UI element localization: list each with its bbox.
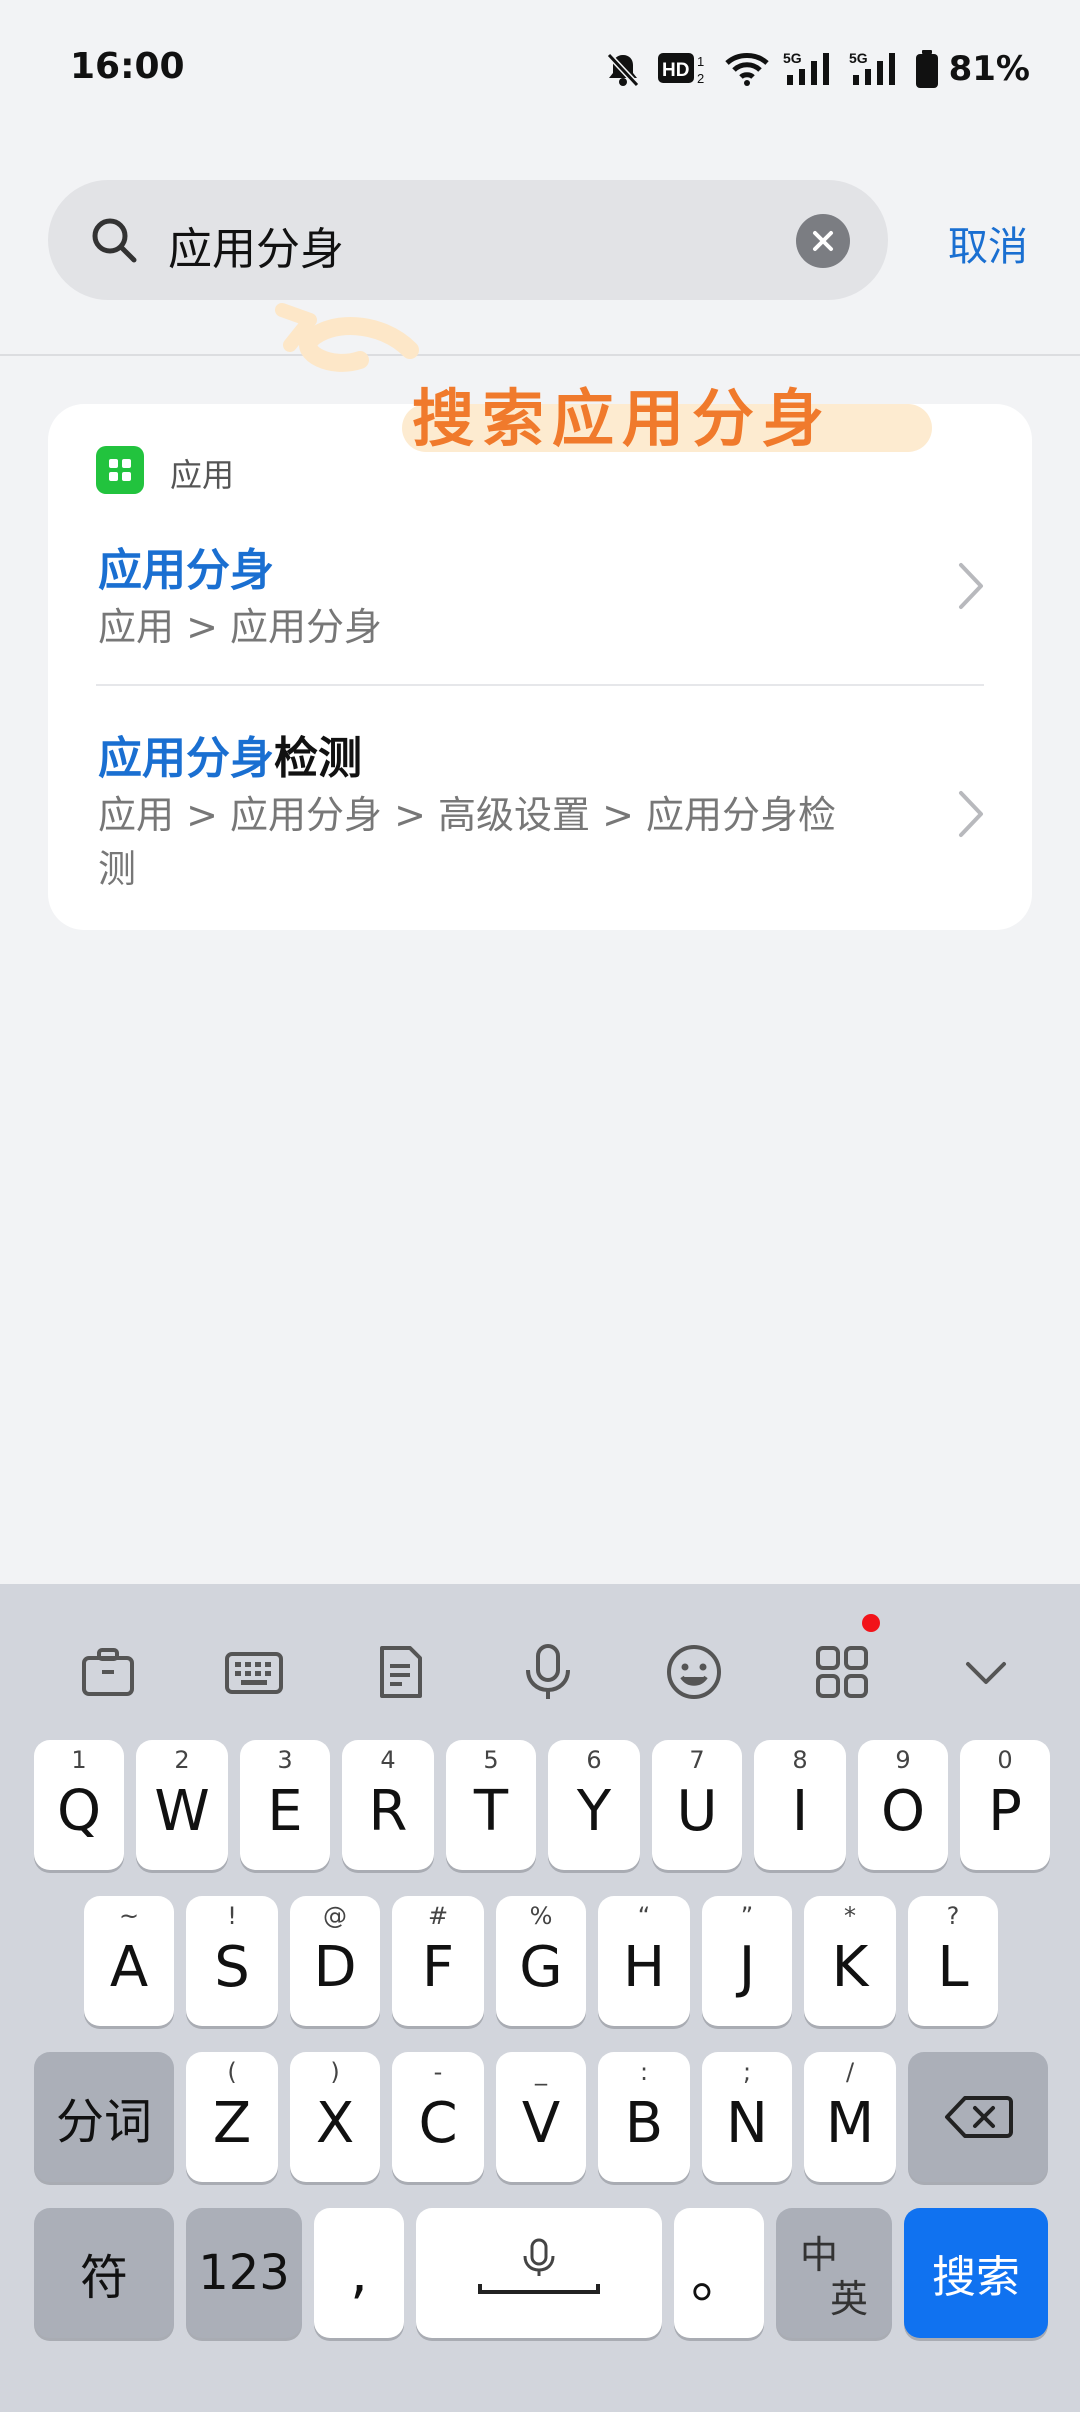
battery-icon <box>915 50 938 88</box>
microphone-icon[interactable] <box>512 1636 584 1708</box>
status-time: 16:00 <box>70 46 185 87</box>
chevron-right-icon <box>959 563 983 609</box>
cancel-button[interactable]: 取消 <box>948 214 1028 272</box>
key-s[interactable]: ! S <box>186 1896 278 2026</box>
key-w[interactable]: 2W <box>136 1740 228 1870</box>
category-label: 应用 <box>170 456 235 494</box>
key-k[interactable]: * K <box>804 1896 896 2026</box>
key-a[interactable]: ~ A <box>84 1896 174 2026</box>
chevron-right-icon <box>959 791 983 837</box>
result-title-highlight: 应用分身 <box>98 733 274 784</box>
annotation-arrow-icon <box>275 303 419 372</box>
result-title-rest: 检测 <box>274 733 362 784</box>
keyboard-icon[interactable] <box>218 1636 290 1708</box>
apps-category-icon <box>96 446 144 494</box>
search-query: 应用分身 <box>168 224 344 275</box>
key-c[interactable]: -C <box>392 2052 484 2182</box>
signal-5g-icon-2: 5G <box>849 50 895 85</box>
signal-5g-icon: 5G <box>783 50 829 85</box>
en-label: 英 <box>830 2277 869 2321</box>
item-divider <box>96 684 984 686</box>
segment-key[interactable]: 分词 <box>34 2052 174 2182</box>
key-d[interactable]: @ D <box>290 1896 380 2026</box>
result-title: 应用分身 <box>98 534 274 598</box>
search-key[interactable]: 搜索 <box>904 2208 1048 2338</box>
key-i[interactable]: 8I <box>754 1740 846 1870</box>
key-g[interactable]: % G <box>496 1896 586 2026</box>
mute-bell-icon <box>606 52 639 88</box>
clear-search-button[interactable] <box>796 214 850 268</box>
annotation-text: 搜索应用分身 <box>412 382 833 455</box>
status-icons: HD 1 2 5G 5G 81% <box>603 44 1030 94</box>
numbers-key[interactable]: 123 <box>186 2208 302 2338</box>
hd-voice-icon: HD 1 2 <box>657 53 704 86</box>
key-e[interactable]: 3E <box>240 1740 330 1870</box>
toolbox-icon[interactable] <box>72 1636 144 1708</box>
symbols-key[interactable]: 符 <box>34 2208 174 2338</box>
key-v[interactable]: _ V <box>496 2052 586 2182</box>
key-j[interactable]: ” J <box>702 1896 792 2026</box>
result-title-highlight: 应用分身 <box>98 545 274 596</box>
key-o[interactable]: 9O <box>858 1740 948 1870</box>
apps-grid-icon[interactable] <box>806 1636 878 1708</box>
svg-text:1: 1 <box>697 54 704 69</box>
svg-text:2: 2 <box>697 71 704 86</box>
result-path: 应用 > 应用分身 <box>98 605 382 649</box>
key-q[interactable]: 1Q <box>34 1740 124 1870</box>
battery-level: 81% <box>948 49 1030 89</box>
key-m[interactable]: / M <box>804 2052 896 2182</box>
clipboard-icon[interactable] <box>364 1636 436 1708</box>
key-t[interactable]: 5T <box>446 1740 536 1870</box>
comma-key[interactable]: , <box>314 2208 404 2338</box>
language-switch-key[interactable]: 中 英 <box>776 2208 892 2338</box>
key-f[interactable]: # F <box>392 1896 484 2026</box>
header-divider <box>0 354 1080 356</box>
key-h[interactable]: “H <box>598 1896 690 2026</box>
emoji-icon[interactable] <box>658 1636 730 1708</box>
collapse-keyboard-icon[interactable] <box>950 1636 1022 1708</box>
svg-text:5G: 5G <box>783 50 802 66</box>
result-title: 应用分身检测 <box>98 722 362 786</box>
key-p[interactable]: 0P <box>960 1740 1050 1870</box>
key-x[interactable]: ) X <box>290 2052 380 2182</box>
result-path: 应用 > 应用分身 > 高级设置 > 应用分身检测 <box>98 793 836 891</box>
key-r[interactable]: 4R <box>342 1740 434 1870</box>
result-item-app-clone[interactable]: 应用分身 应用 > 应用分身 <box>48 514 1032 684</box>
period-key[interactable]: 。 <box>674 2208 764 2338</box>
key-z[interactable]: (Z <box>186 2052 278 2182</box>
microphone-icon <box>478 2238 600 2294</box>
close-icon <box>813 231 833 251</box>
keyboard: 1Q 2W 3E 4R 5T 6Y 7U 8I 9O 0P ~ A ! S @ D #… <box>0 1584 1080 2412</box>
key-b[interactable]: :B <box>598 2052 690 2182</box>
notification-dot <box>862 1614 880 1632</box>
result-item-app-clone-detection[interactable]: 应用分身检测 应用 > 应用分身 > 高级设置 > 应用分身检测 <box>48 704 1032 924</box>
search-icon <box>92 218 137 263</box>
svg-text:HD: HD <box>662 60 689 81</box>
svg-text:5G: 5G <box>849 50 868 66</box>
wifi-icon <box>724 53 769 86</box>
status-bar: 16:00 HD 1 2 5G 5G 81% <box>0 0 1080 140</box>
backspace-icon <box>945 2096 1013 2138</box>
backspace-key[interactable] <box>908 2052 1048 2182</box>
key-u[interactable]: 7U <box>652 1740 742 1870</box>
key-y[interactable]: 6Y <box>548 1740 640 1870</box>
key-n[interactable]: ; N <box>702 2052 792 2182</box>
search-input[interactable]: 应用分身 <box>48 180 888 300</box>
search-results-card: 应用 应用分身 应用 > 应用分身 应用分身检测 应用 > 应用分身 > 高级设… <box>48 404 1032 930</box>
key-l[interactable]: ? L <box>908 1896 998 2026</box>
space-key[interactable] <box>416 2208 662 2338</box>
